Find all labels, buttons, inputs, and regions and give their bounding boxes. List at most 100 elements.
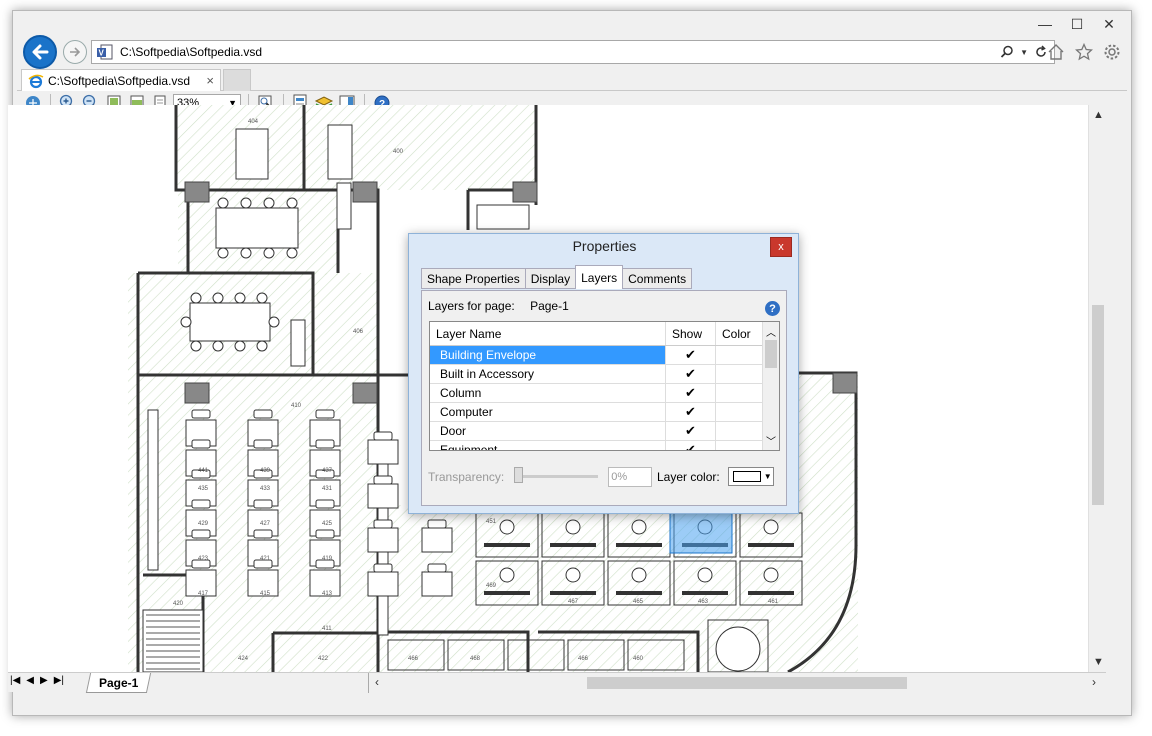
- layer-row[interactable]: Built in Accessory ✔: [430, 365, 779, 384]
- address-bar[interactable]: V C:\Softpedia\Softpedia.vsd ▼: [91, 40, 1055, 64]
- layer-color-control: Layer color: ▼: [657, 467, 774, 486]
- room-number: 467: [568, 599, 579, 605]
- chair: [212, 340, 224, 352]
- close-button[interactable]: ✕: [1093, 13, 1125, 35]
- room-number: 406: [353, 329, 364, 335]
- tab-shape-properties[interactable]: Shape Properties: [421, 268, 526, 289]
- layer-row[interactable]: Door ✔: [430, 422, 779, 441]
- forward-button[interactable]: [63, 40, 87, 64]
- last-page-icon[interactable]: ▶|: [54, 675, 64, 686]
- layer-color-cell[interactable]: [716, 384, 764, 402]
- horizontal-scroll-thumb[interactable]: [587, 677, 907, 689]
- tab-strip: C:\Softpedia\Softpedia.vsd ×: [17, 67, 1127, 91]
- desk-chair: [253, 409, 273, 419]
- column-header-show[interactable]: Show: [666, 322, 716, 345]
- layer-row[interactable]: Equipment ✔: [430, 441, 779, 450]
- horizontal-scrollbar[interactable]: ‹ ›: [368, 673, 1106, 693]
- page-tab[interactable]: Page-1: [85, 673, 152, 693]
- room-number: 469: [486, 583, 497, 589]
- room-number: 413: [322, 591, 333, 597]
- layers-for-page: Layers for page: Page-1: [428, 299, 569, 313]
- search-icon[interactable]: [1000, 45, 1014, 59]
- tab-close-icon[interactable]: ×: [206, 73, 214, 88]
- layer-row[interactable]: Building Envelope ✔: [430, 346, 779, 365]
- layer-show-checkbox[interactable]: ✔: [666, 441, 716, 450]
- layer-color-cell[interactable]: [716, 403, 764, 421]
- chevron-up-icon[interactable]: ︿: [766, 324, 776, 339]
- layer-show-checkbox[interactable]: ✔: [666, 403, 716, 421]
- chevron-down-icon: ▼: [763, 472, 772, 481]
- layer-color-cell[interactable]: [716, 365, 764, 383]
- room-number: 460: [633, 656, 644, 662]
- refresh-icon[interactable]: [1034, 45, 1048, 59]
- vertical-scroll-thumb[interactable]: [1092, 305, 1104, 505]
- layers-scroll-thumb[interactable]: [765, 340, 777, 368]
- new-tab-button[interactable]: [223, 69, 251, 91]
- ie-logo-icon: [28, 74, 44, 88]
- layer-show-checkbox[interactable]: ✔: [666, 365, 716, 383]
- gear-icon[interactable]: [1103, 43, 1121, 61]
- chevron-down-icon[interactable]: ﹀: [766, 433, 776, 448]
- room-number: 435: [198, 486, 209, 492]
- layers-table-header: Layer Name Show Color: [430, 322, 779, 346]
- room-number: 451: [486, 519, 497, 525]
- layer-row[interactable]: Computer ✔: [430, 403, 779, 422]
- transparency-input[interactable]: 0%: [608, 467, 653, 487]
- transparency-slider[interactable]: [514, 467, 599, 487]
- desk: [421, 571, 453, 597]
- help-icon[interactable]: ?: [765, 301, 780, 316]
- desk-chair: [191, 409, 211, 419]
- maximize-button[interactable]: ☐: [1061, 13, 1093, 35]
- favorites-star-icon[interactable]: [1075, 43, 1093, 61]
- desk-chair: [191, 499, 211, 509]
- scroll-down-icon[interactable]: ▼: [1093, 656, 1104, 668]
- chair: [234, 292, 246, 304]
- room-number: 400: [393, 149, 404, 155]
- room-number: 431: [322, 486, 333, 492]
- room-number: 441: [198, 468, 209, 474]
- column-header-layer-name[interactable]: Layer Name: [430, 322, 666, 345]
- room-number: 466: [408, 656, 419, 662]
- desk-chair: [427, 563, 447, 573]
- first-page-icon[interactable]: |◀: [10, 675, 20, 686]
- home-icon[interactable]: [1047, 43, 1065, 61]
- next-page-icon[interactable]: ▶: [40, 675, 48, 686]
- scroll-left-icon[interactable]: ‹: [375, 675, 379, 689]
- room-number: 468: [470, 656, 481, 662]
- tab-display[interactable]: Display: [524, 268, 577, 289]
- dialog-close-button[interactable]: x: [770, 237, 792, 257]
- column-header-color[interactable]: Color: [716, 322, 764, 345]
- desk-chair: [191, 439, 211, 449]
- layers-scrollbar[interactable]: ︿ ﹀: [762, 322, 779, 450]
- layer-color-cell[interactable]: [716, 422, 764, 440]
- scroll-right-icon[interactable]: ›: [1092, 675, 1096, 689]
- layer-color-cell[interactable]: [716, 441, 764, 450]
- layer-show-checkbox[interactable]: ✔: [666, 384, 716, 402]
- layer-color-picker[interactable]: ▼: [727, 467, 774, 486]
- chair: [286, 197, 298, 209]
- layer-name-cell: Door: [430, 422, 666, 440]
- tab-layers[interactable]: Layers: [575, 265, 624, 289]
- room-number: 465: [633, 599, 644, 605]
- room-number: 417: [198, 591, 209, 597]
- room-number: 433: [260, 486, 271, 492]
- back-button[interactable]: [23, 35, 57, 69]
- browser-tab[interactable]: C:\Softpedia\Softpedia.vsd ×: [21, 69, 221, 91]
- slider-knob[interactable]: [514, 467, 524, 483]
- layer-name-cell: Building Envelope: [430, 346, 666, 364]
- layer-color-cell[interactable]: [716, 346, 764, 364]
- layer-show-checkbox[interactable]: ✔: [666, 346, 716, 364]
- caption-buttons: — ☐ ✕: [1029, 13, 1125, 35]
- minimize-button[interactable]: —: [1029, 13, 1061, 35]
- slider-track: [514, 475, 599, 478]
- prev-page-icon[interactable]: ◀: [26, 675, 34, 686]
- layer-show-checkbox[interactable]: ✔: [666, 422, 716, 440]
- chevron-down-icon[interactable]: ▼: [1020, 48, 1028, 57]
- visio-file-icon: V: [97, 44, 113, 60]
- cubicle-chair: [631, 567, 647, 583]
- layer-row[interactable]: Column ✔: [430, 384, 779, 403]
- tab-comments[interactable]: Comments: [622, 268, 693, 289]
- scroll-up-icon[interactable]: ▲: [1093, 109, 1104, 121]
- room-number: 439: [260, 468, 271, 474]
- vertical-scrollbar[interactable]: ▲ ▼: [1088, 105, 1106, 672]
